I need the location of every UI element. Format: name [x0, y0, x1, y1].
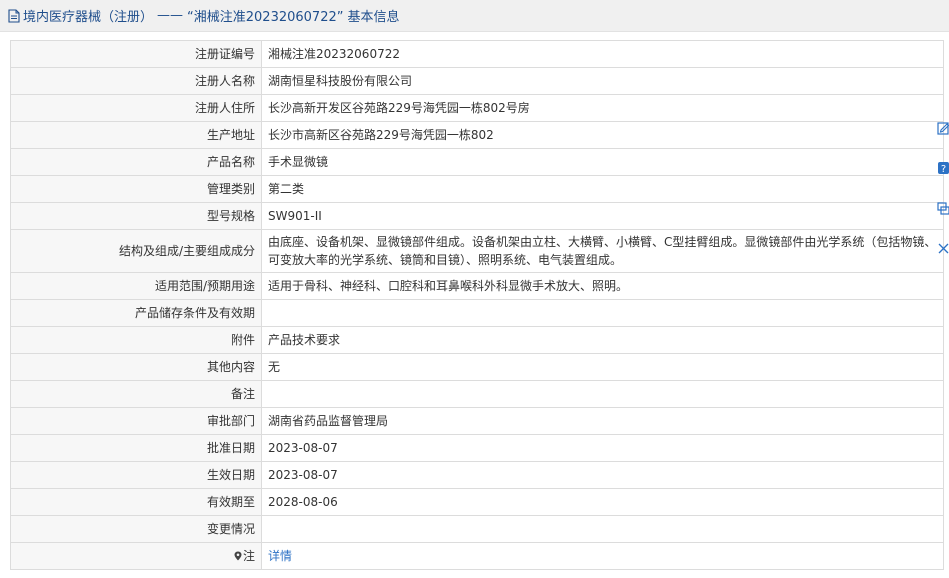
field-label: 注册人住所	[10, 94, 262, 122]
close-button[interactable]	[936, 240, 949, 262]
table-row: 注册证编号 湘械注准20232060722	[10, 40, 944, 68]
table-row: 结构及组成/主要组成成分 由底座、设备机架、显微镜部件组成。设备机架由立柱、大横臂…	[10, 229, 944, 273]
info-table: 注册证编号 湘械注准20232060722 注册人名称 湖南恒星科技股份有限公司 注册人…	[10, 40, 944, 570]
field-label: 有效期至	[10, 488, 262, 516]
edit-button[interactable]	[936, 120, 949, 142]
table-row: 注册人名称 湖南恒星科技股份有限公司	[10, 67, 944, 95]
table-row: 产品储存条件及有效期	[10, 299, 944, 327]
header-suffix: 基本信息	[347, 10, 400, 25]
table-row: 注册人住所 长沙高新开发区谷苑路229号海凭园一栋802号房	[10, 94, 944, 122]
field-label: 审批部门	[10, 407, 262, 435]
field-value: 由底座、设备机架、显微镜部件组成。设备机架由立柱、大横臂、小横臂、C型挂臂组成。…	[261, 229, 944, 273]
note-value-cell: 详情	[261, 542, 944, 570]
field-label: 管理类别	[10, 175, 262, 203]
table-row-note: 注详情	[10, 542, 944, 570]
header-separator: ——	[157, 8, 184, 23]
field-value: 长沙市高新区谷苑路229号海凭园一栋802	[261, 121, 944, 149]
field-value: 湖南省药品监督管理局	[261, 407, 944, 435]
details-link[interactable]: 详情	[268, 549, 292, 563]
field-value: 适用于骨科、神经科、口腔科和耳鼻喉科外科显微手术放大、照明。	[261, 272, 944, 300]
table-row: 产品名称 手术显微镜	[10, 148, 944, 176]
field-label: 产品名称	[10, 148, 262, 176]
note-label: 注	[242, 549, 255, 563]
field-label: 备注	[10, 380, 262, 408]
field-label: 结构及组成/主要组成成分	[10, 229, 262, 273]
field-value	[261, 299, 944, 327]
field-value: 手术显微镜	[261, 148, 944, 176]
field-value: 2023-08-07	[261, 434, 944, 462]
field-value: 产品技术要求	[261, 326, 944, 354]
field-value: 湘械注准20232060722	[261, 40, 944, 68]
table-row: 生效日期 2023-08-07	[10, 461, 944, 489]
table-row: 型号规格 SW901-II	[10, 202, 944, 230]
share-icon	[937, 202, 949, 215]
table-row: 备注	[10, 380, 944, 408]
field-label: 其他内容	[10, 353, 262, 381]
field-label: 附件	[10, 326, 262, 354]
table-row: 审批部门 湖南省药品监督管理局	[10, 407, 944, 435]
location-pin-icon	[234, 551, 242, 561]
field-label: 适用范围/预期用途	[10, 272, 262, 300]
table-row: 管理类别 第二类	[10, 175, 944, 203]
table-row: 适用范围/预期用途 适用于骨科、神经科、口腔科和耳鼻喉科外科显微手术放大、照明。	[10, 272, 944, 300]
table-row: 其他内容无	[10, 353, 944, 381]
header-registration-number: “湘械注准20232060722”	[187, 10, 344, 25]
field-label: 生产地址	[10, 121, 262, 149]
field-label: 注册人名称	[10, 67, 262, 95]
field-value	[261, 515, 944, 543]
close-icon	[938, 243, 949, 254]
share-button[interactable]	[936, 200, 949, 222]
field-label: 生效日期	[10, 461, 262, 489]
field-value: 2028-08-06	[261, 488, 944, 516]
field-value	[261, 380, 944, 408]
field-value: 长沙高新开发区谷苑路229号海凭园一栋802号房	[261, 94, 944, 122]
svg-text:?: ?	[941, 164, 946, 175]
table-row: 有效期至 2028-08-06	[10, 488, 944, 516]
table-row: 批准日期 2023-08-07	[10, 434, 944, 462]
table-row: 变更情况	[10, 515, 944, 543]
help-button[interactable]: ?	[936, 160, 949, 182]
field-label: 注册证编号	[10, 40, 262, 68]
help-icon: ?	[938, 162, 949, 175]
field-value: SW901-II	[261, 202, 944, 230]
field-value: 无	[261, 353, 944, 381]
table-row: 生产地址 长沙市高新区谷苑路229号海凭园一栋802	[10, 121, 944, 149]
note-label-cell: 注	[10, 542, 262, 570]
page-header: 境内医疗器械（注册） —— “湘械注准20232060722” 基本信息	[0, 0, 949, 32]
field-value: 第二类	[261, 175, 944, 203]
header-category: 境内医疗器械（注册）	[23, 10, 154, 25]
field-value: 湖南恒星科技股份有限公司	[261, 67, 944, 95]
field-label: 产品储存条件及有效期	[10, 299, 262, 327]
edit-icon	[937, 122, 949, 135]
table-row: 附件 产品技术要求	[10, 326, 944, 354]
field-label: 批准日期	[10, 434, 262, 462]
document-icon	[8, 8, 20, 23]
field-value: 2023-08-07	[261, 461, 944, 489]
field-label: 型号规格	[10, 202, 262, 230]
field-label: 变更情况	[10, 515, 262, 543]
